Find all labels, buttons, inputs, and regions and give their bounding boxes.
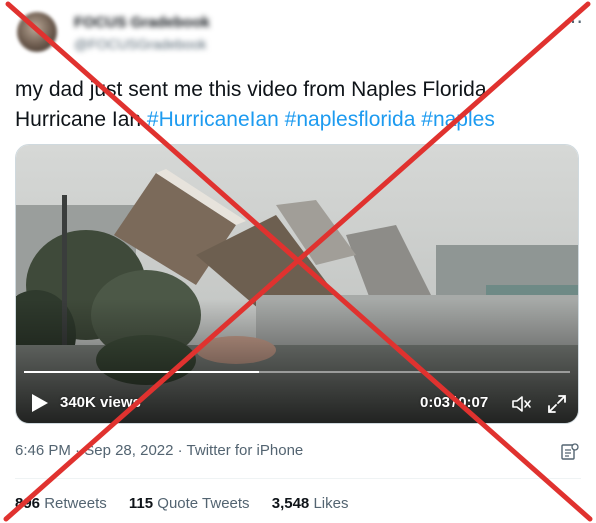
video-progress-bar[interactable]: [24, 371, 570, 373]
hashtag-hurricaneian[interactable]: #HurricaneIan: [147, 108, 279, 131]
author-handle[interactable]: @FOCUSGradebook: [74, 36, 206, 52]
likes-count: 3,548: [271, 495, 310, 512]
play-icon[interactable]: [30, 392, 50, 414]
avatar[interactable]: [17, 12, 57, 52]
tweet-meta: 6:46 PM · Sep 28, 2022 · Twitter for iPh…: [15, 442, 303, 459]
meta-dot: ·: [70, 442, 85, 459]
meta-dot: ·: [173, 442, 187, 459]
view-count: 340K views: [60, 394, 141, 411]
more-icon[interactable]: ⋯: [563, 9, 583, 34]
time-separator: /: [452, 394, 457, 411]
video-player[interactable]: 340K views 0:03/0:07: [15, 144, 579, 424]
video-frame: [16, 145, 578, 423]
tweet-date[interactable]: Sep 28, 2022: [84, 442, 173, 459]
video-time: 0:03/0:07: [420, 394, 488, 411]
duration: 0:07: [458, 394, 489, 411]
quote-tweets-count: 115: [128, 495, 154, 512]
hashtag-naplesflorida[interactable]: #naplesflorida: [285, 108, 416, 131]
author-name[interactable]: FOCUS Gradebook: [74, 14, 210, 31]
analytics-icon[interactable]: [560, 442, 580, 462]
fullscreen-icon[interactable]: [546, 393, 568, 415]
tweet-source: Twitter for iPhone: [186, 442, 304, 459]
retweets-label: Retweets: [44, 495, 107, 512]
video-progress-fill: [24, 371, 259, 373]
likes-label: Likes: [313, 495, 349, 512]
tweet-text: my dad just sent me this video from Napl…: [15, 75, 580, 135]
volume-muted-icon[interactable]: [510, 393, 532, 415]
quote-tweets-stat[interactable]: 115 Quote Tweets: [129, 495, 250, 512]
tweet-time[interactable]: 6:46 PM: [15, 442, 71, 459]
hashtag-naples[interactable]: #naples: [421, 108, 495, 131]
retweets-count: 896: [15, 495, 41, 512]
retweets-stat[interactable]: 896 Retweets: [15, 495, 107, 512]
quote-tweets-label: Quote Tweets: [157, 495, 250, 512]
current-time: 0:03: [420, 394, 451, 411]
divider: [15, 478, 581, 479]
likes-stat[interactable]: 3,548 Likes: [272, 495, 349, 512]
tweet-stats: 896 Retweets 115 Quote Tweets 3,548 Like…: [15, 495, 366, 512]
